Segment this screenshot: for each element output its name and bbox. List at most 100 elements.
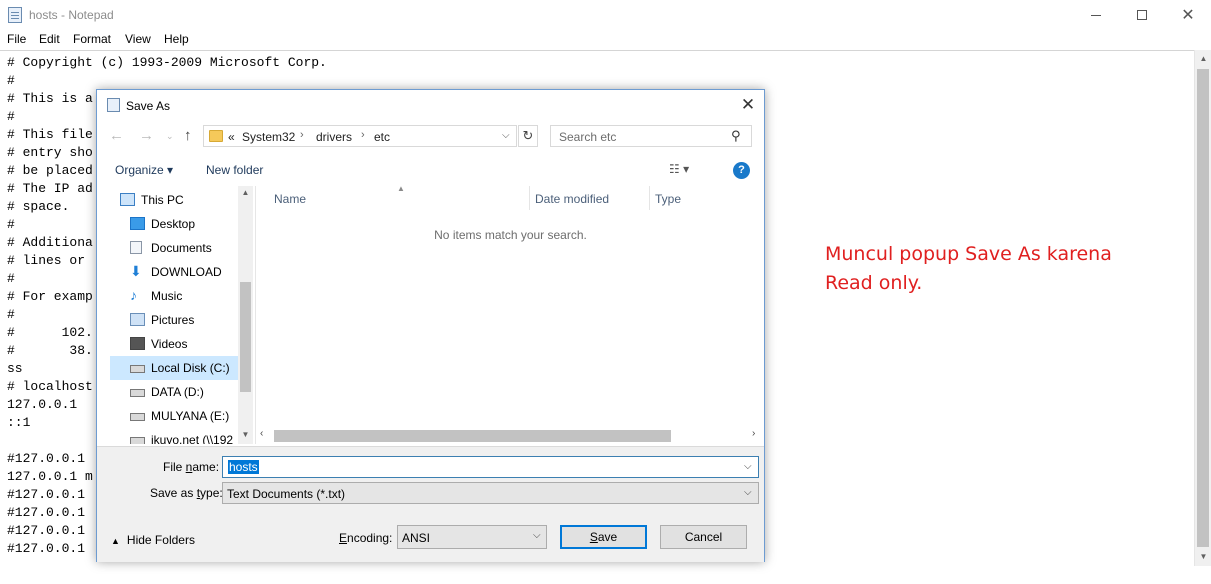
menu-bar: File Edit Format View Help bbox=[0, 30, 1211, 50]
menu-format[interactable]: Format bbox=[73, 32, 111, 46]
notepad-title-bar: hosts - Notepad ✕ bbox=[0, 0, 1211, 30]
breadcrumb-system32[interactable]: System32 bbox=[242, 130, 295, 144]
organize-button[interactable]: Organize ▾ bbox=[115, 163, 173, 177]
help-icon[interactable]: ? bbox=[733, 162, 750, 179]
column-separator[interactable] bbox=[529, 186, 530, 210]
text-line: # entry sho bbox=[7, 145, 93, 160]
search-input[interactable]: Search etc ⚲ bbox=[550, 125, 752, 147]
scroll-thumb[interactable] bbox=[240, 282, 251, 392]
scroll-up-icon[interactable]: ▲ bbox=[238, 188, 253, 197]
notepad-app-icon bbox=[8, 7, 22, 23]
refresh-button[interactable]: ↻ bbox=[518, 125, 538, 147]
scroll-thumb[interactable] bbox=[274, 430, 671, 442]
chevron-down-icon[interactable]: ⌵ bbox=[744, 487, 752, 498]
nav-item[interactable]: MULYANA (E:) bbox=[110, 404, 252, 428]
network-drive-icon bbox=[130, 437, 145, 444]
navigation-pane: This PC Desktop Documents ⬇ DOWNLOAD ♪ Music Pi… bbox=[110, 186, 253, 444]
breadcrumb-separator-icon[interactable]: › bbox=[361, 129, 365, 141]
horizontal-scrollbar[interactable]: ‹ › bbox=[256, 428, 764, 443]
minimize-icon bbox=[1091, 14, 1101, 16]
back-arrow-icon[interactable]: ← bbox=[109, 127, 124, 144]
search-placeholder: Search etc bbox=[559, 130, 617, 144]
save-label-part: ave bbox=[597, 530, 618, 544]
text-line: # bbox=[7, 307, 15, 322]
text-line: #127.0.0.1 bbox=[7, 505, 86, 520]
navigation-scrollbar[interactable]: ▲ ▼ bbox=[238, 186, 253, 444]
nav-item[interactable]: ⬇ DOWNLOAD bbox=[110, 260, 252, 284]
column-type[interactable]: Type bbox=[655, 192, 681, 206]
address-bar[interactable]: « System32 › drivers › etc ⌵ bbox=[203, 125, 517, 147]
nav-item[interactable]: Local Disk (C:) bbox=[110, 356, 252, 380]
menu-file[interactable]: File bbox=[7, 32, 26, 46]
nav-item-label: Videos bbox=[151, 337, 188, 351]
cancel-button[interactable]: Cancel bbox=[660, 525, 747, 549]
scroll-thumb[interactable] bbox=[1197, 69, 1209, 547]
nav-item[interactable]: Pictures bbox=[110, 308, 252, 332]
maximize-icon bbox=[1137, 10, 1147, 20]
download-icon: ⬇ bbox=[130, 263, 142, 279]
nav-item[interactable]: Videos bbox=[110, 332, 252, 356]
desktop-icon bbox=[130, 217, 145, 230]
breadcrumb-overflow[interactable]: « bbox=[228, 130, 235, 144]
annotation-text: Muncul popup Save As karena Read only. bbox=[825, 243, 1112, 294]
videos-icon bbox=[130, 337, 145, 350]
breadcrumb-etc[interactable]: etc bbox=[374, 130, 390, 144]
dialog-close-button[interactable]: ✕ bbox=[737, 94, 759, 116]
text-line: # bbox=[7, 217, 15, 232]
file-name-input[interactable]: hosts ⌵ bbox=[222, 456, 759, 478]
column-name[interactable]: Name bbox=[274, 192, 306, 206]
nav-item-label: Desktop bbox=[151, 217, 196, 231]
sort-up-icon: ▲ bbox=[397, 184, 405, 193]
drive-icon bbox=[130, 365, 145, 373]
drive-icon bbox=[130, 389, 145, 397]
encoding-label-part: ncoding: bbox=[347, 531, 393, 545]
recent-locations-icon[interactable]: ⌄ bbox=[166, 131, 174, 142]
scroll-right-icon[interactable]: › bbox=[752, 428, 755, 439]
nav-item[interactable]: ♪ Music bbox=[110, 284, 252, 308]
new-folder-button[interactable]: New folder bbox=[206, 163, 263, 177]
column-separator[interactable] bbox=[649, 186, 650, 210]
minimize-button[interactable] bbox=[1073, 0, 1119, 30]
nav-item[interactable]: DATA (D:) bbox=[110, 380, 252, 404]
menu-edit[interactable]: Edit bbox=[39, 32, 60, 46]
up-arrow-icon[interactable]: ↑ bbox=[184, 127, 192, 144]
forward-arrow-icon[interactable]: → bbox=[139, 127, 154, 144]
maximize-button[interactable] bbox=[1119, 0, 1165, 30]
nav-item[interactable]: ikuyo.net (\\192 bbox=[110, 428, 252, 444]
address-row: ← → ⌄ ↑ « System32 › drivers › etc ⌵ ↻ S… bbox=[97, 124, 764, 150]
text-line: 127.0.0.1 bbox=[7, 397, 78, 412]
menu-view[interactable]: View bbox=[125, 32, 151, 46]
save-type-select[interactable]: Text Documents (*.txt) ⌵ bbox=[222, 482, 759, 504]
menu-help[interactable]: Help bbox=[164, 32, 189, 46]
close-button[interactable]: ✕ bbox=[1165, 0, 1211, 30]
chevron-down-icon[interactable]: ⌵ bbox=[502, 130, 510, 141]
text-line: 127.0.0.1 m bbox=[7, 469, 93, 484]
save-button[interactable]: Save bbox=[560, 525, 647, 549]
breadcrumb-drivers[interactable]: drivers bbox=[316, 130, 352, 144]
chevron-down-icon[interactable]: ⌵ bbox=[533, 530, 541, 541]
save-type-label: Save as type: bbox=[150, 486, 223, 500]
scroll-down-icon[interactable]: ▼ bbox=[238, 430, 253, 439]
scroll-left-icon[interactable]: ‹ bbox=[260, 428, 263, 439]
text-line: # space. bbox=[7, 199, 70, 214]
encoding-select[interactable]: ANSI ⌵ bbox=[397, 525, 547, 549]
scroll-down-icon[interactable]: ▼ bbox=[1195, 548, 1211, 565]
save-type-value: Text Documents (*.txt) bbox=[227, 487, 346, 501]
encoding-label-accel: E bbox=[339, 531, 348, 545]
nav-item-label: Documents bbox=[151, 241, 212, 255]
text-line: # 38. bbox=[7, 343, 93, 358]
nav-item[interactable]: Documents bbox=[110, 236, 252, 260]
scroll-up-icon[interactable]: ▲ bbox=[1195, 50, 1211, 67]
text-line: # bbox=[7, 73, 15, 88]
search-icon: ⚲ bbox=[731, 128, 741, 143]
view-options-icon[interactable]: ☷ ▾ bbox=[669, 162, 689, 176]
dialog-title: Save As bbox=[126, 99, 171, 113]
editor-vertical-scrollbar[interactable]: ▲ ▼ bbox=[1194, 50, 1211, 566]
breadcrumb-separator-icon[interactable]: › bbox=[300, 129, 304, 141]
hide-folders-button[interactable]: ▲ Hide Folders bbox=[111, 533, 195, 547]
text-line: #127.0.0.1 bbox=[7, 541, 86, 556]
nav-item[interactable]: This PC bbox=[110, 188, 252, 212]
chevron-down-icon[interactable]: ⌵ bbox=[744, 461, 752, 472]
column-date-modified[interactable]: Date modified bbox=[535, 192, 609, 206]
nav-item[interactable]: Desktop bbox=[110, 212, 252, 236]
